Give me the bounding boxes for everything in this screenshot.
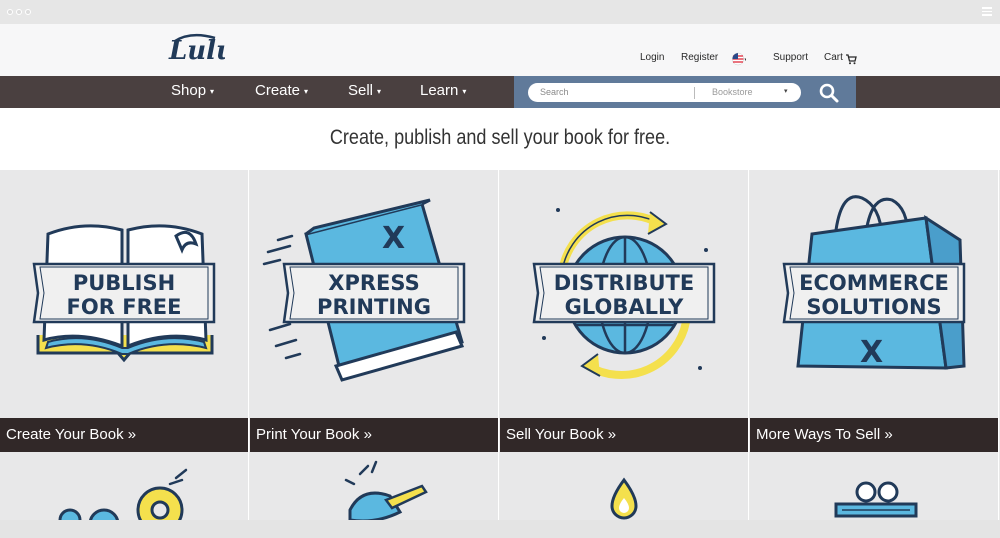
bottom-tile-2[interactable] (250, 452, 499, 520)
flame-icon (610, 477, 638, 520)
search-scope-select[interactable]: Bookstore (712, 87, 753, 97)
us-flag-icon[interactable]: ▾ (732, 52, 746, 66)
nav-create[interactable]: Create ▾ (255, 82, 308, 99)
nav-shop[interactable]: Shop ▾ (171, 82, 214, 99)
page-tagline: Create, publish and sell your book for f… (329, 126, 671, 149)
print-your-book-link[interactable]: Print Your Book » (250, 418, 499, 452)
gears-icon (58, 468, 188, 520)
tile-ecommerce[interactable]: X ECOMMERCE SOLUTIONS (750, 170, 999, 418)
cart-link[interactable]: Cart (824, 52, 843, 63)
svg-text:X: X (382, 221, 405, 256)
bottom-tile-1[interactable] (0, 452, 249, 520)
nav-learn[interactable]: Learn ▾ (420, 82, 466, 99)
window-dots (7, 9, 31, 15)
svg-text:▾: ▾ (745, 57, 747, 63)
hand-pencil-icon (344, 460, 428, 520)
tile-banner-distribute: DISTRIBUTE GLOBALLY (553, 271, 695, 319)
tile-banner-ecommerce: ECOMMERCE SOLUTIONS (799, 271, 949, 319)
search-divider (694, 87, 695, 99)
tile-xpress[interactable]: X XPRESS PRINTING (250, 170, 499, 418)
tile-banner-publish: PUBLISH FOR FREE (66, 271, 182, 319)
tile-publish[interactable]: PUBLISH FOR FREE (0, 170, 249, 418)
top-bar (0, 24, 1000, 76)
search-input[interactable] (528, 83, 801, 102)
footer-strip (0, 520, 1000, 538)
sell-your-book-link[interactable]: Sell Your Book » (500, 418, 749, 452)
bottom-tile-3[interactable] (500, 452, 749, 520)
svg-text:X: X (860, 335, 883, 370)
browser-chrome (0, 0, 1000, 24)
search-icon[interactable] (818, 82, 840, 104)
more-ways-to-sell-link[interactable]: More Ways To Sell » (750, 418, 999, 452)
login-link[interactable]: Login (640, 52, 664, 63)
nav-sell[interactable]: Sell ▾ (348, 82, 381, 99)
bottom-tile-4[interactable] (750, 452, 999, 520)
hamburger-icon[interactable] (982, 7, 992, 18)
create-your-book-link[interactable]: Create Your Book » (0, 418, 249, 452)
cart-icon[interactable] (845, 53, 857, 65)
support-link[interactable]: Support (773, 52, 808, 63)
tile-distribute[interactable]: DISTRIBUTE GLOBALLY (500, 170, 749, 418)
chevron-down-icon[interactable]: ▾ (784, 87, 788, 95)
register-link[interactable]: Register (681, 52, 718, 63)
tile-banner-xpress: XPRESS PRINTING (317, 271, 431, 319)
books-glasses-icon (834, 481, 918, 518)
search-placeholder: Search (540, 87, 569, 97)
